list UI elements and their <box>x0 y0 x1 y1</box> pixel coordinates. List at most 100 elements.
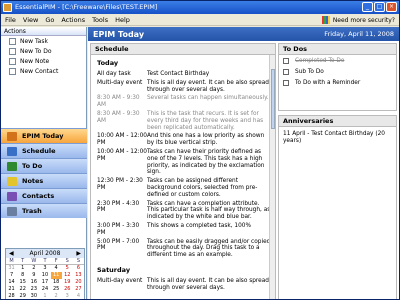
calendar-day[interactable]: 20 <box>73 279 84 286</box>
calendar-day[interactable]: 28 <box>6 293 17 299</box>
calendar-day[interactable]: 7 <box>6 272 17 279</box>
schedule-event[interactable]: 2:30 PM - 4:30 PM Tasks can have a comple… <box>91 200 275 222</box>
calendar-day[interactable]: 6 <box>73 265 84 272</box>
anniversary-item[interactable]: 11 April - Test Contact Birthday (20 yea… <box>279 127 396 149</box>
menu-go[interactable]: Go <box>45 16 54 24</box>
calendar-day[interactable]: 2 <box>28 265 39 272</box>
menu-actions[interactable]: Actions <box>61 16 85 24</box>
weekday-header: T <box>39 258 51 265</box>
todo-title: To Dos <box>279 44 396 55</box>
calendar-day[interactable]: 25 <box>51 286 62 293</box>
todo-checkbox[interactable] <box>283 68 289 75</box>
todo-checkbox[interactable] <box>283 57 289 64</box>
schedule-scrollbar[interactable] <box>269 55 275 299</box>
title-bar[interactable]: EssentialPIM - [C:\Freeware\Files\TEST.E… <box>1 1 399 14</box>
anniversaries-panel: Anniversaries 11 April - Test Contact Bi… <box>278 115 397 299</box>
event-text: Tasks can be easily dragged and/or copie… <box>147 238 271 259</box>
event-time: 3:00 PM - 3:30 PM <box>97 222 140 236</box>
schedule-event[interactable]: 8:30 AM - 9:30 AM Several tasks can happe… <box>91 94 275 110</box>
calendar-month: April 2008 <box>29 250 61 257</box>
weekday-header: S <box>61 258 73 265</box>
calendar-day[interactable]: 4 <box>51 265 62 272</box>
calendar-day[interactable]: 29 <box>17 293 28 299</box>
trash-icon <box>7 206 17 216</box>
calendar-day[interactable]: 14 <box>6 279 17 286</box>
action-new-note[interactable]: New Note <box>1 56 86 66</box>
nav-notes[interactable]: Notes <box>1 173 87 188</box>
anniversaries-title: Anniversaries <box>279 116 396 127</box>
schedule-event[interactable]: 12:30 PM - 2:30 PM Tasks can be assigned … <box>91 177 275 199</box>
calendar-day[interactable]: 31 <box>6 265 17 272</box>
nav-schedule[interactable]: Schedule <box>1 143 87 158</box>
calendar-day[interactable]: 2 <box>51 293 62 299</box>
nav-todo[interactable]: To Do <box>1 158 87 173</box>
schedule-event[interactable]: 10:00 AM - 12:00 PM And this one has a lo… <box>91 132 275 148</box>
prev-month-button[interactable]: ◀ <box>9 250 14 257</box>
left-pane: Actions New Task New To Do New Note New … <box>1 27 87 299</box>
todo-icon <box>7 161 17 171</box>
event-text: This is all day event. It can be also sp… <box>147 277 269 291</box>
calendar-day[interactable]: 30 <box>28 293 39 299</box>
close-button[interactable]: × <box>386 2 397 12</box>
minimize-button[interactable]: _ <box>362 2 373 12</box>
menu-tools[interactable]: Tools <box>92 16 108 24</box>
weekday-header: M <box>6 258 18 265</box>
weekday-header: S <box>72 258 84 265</box>
schedule-event[interactable]: Multi-day event This is all day event. It… <box>91 277 275 293</box>
action-new-todo[interactable]: New To Do <box>1 46 86 56</box>
maximize-button[interactable]: □ <box>374 2 385 12</box>
new-note-icon <box>9 57 16 65</box>
calendar-day[interactable]: 15 <box>17 279 28 286</box>
calendar-day[interactable]: 16 <box>28 279 39 286</box>
calendar-day[interactable]: 23 <box>28 286 39 293</box>
menu-help[interactable]: Help <box>115 16 130 24</box>
calendar-day[interactable]: 1 <box>39 293 50 299</box>
calendar-day[interactable]: 22 <box>17 286 28 293</box>
calendar-day[interactable]: 10 <box>39 272 50 279</box>
calendar-day[interactable]: 13 <box>73 272 84 279</box>
calendar-day[interactable]: 9 <box>28 272 39 279</box>
current-date: Friday, April 11, 2008 <box>324 30 394 38</box>
action-new-task[interactable]: New Task <box>1 36 86 46</box>
action-label: New To Do <box>20 47 52 55</box>
next-month-button[interactable]: ▶ <box>76 250 81 257</box>
todo-checkbox[interactable] <box>283 79 289 86</box>
menu-file[interactable]: File <box>5 16 16 24</box>
scrollbar-thumb[interactable] <box>271 69 275 129</box>
schedule-event[interactable]: All day task Test Contact Birthday <box>91 70 275 79</box>
calendar-day[interactable]: 8 <box>17 272 28 279</box>
nav-epim-today[interactable]: EPIM Today <box>1 128 87 143</box>
schedule-event[interactable]: 3:00 PM - 3:30 PM This shows a completed … <box>91 222 275 238</box>
nav-label: Trash <box>22 207 42 215</box>
calendar-day[interactable]: 3 <box>62 293 73 299</box>
menu-view[interactable]: View <box>23 16 38 24</box>
calendar-day[interactable]: 26 <box>62 286 73 293</box>
action-new-contact[interactable]: New Contact <box>1 66 86 76</box>
calendar-day[interactable]: 21 <box>6 286 17 293</box>
todo-item[interactable]: Completed To Do <box>279 55 396 66</box>
calendar-day[interactable]: 3 <box>39 265 50 272</box>
nav-trash[interactable]: Trash <box>1 203 87 218</box>
calendar-day[interactable]: 17 <box>39 279 50 286</box>
security-link[interactable]: Need more security? <box>321 14 395 26</box>
schedule-event[interactable]: 10:00 AM - 12:00 PM Tasks can have their … <box>91 148 275 177</box>
event-time: Multi-day event <box>97 79 143 86</box>
calendar-day[interactable]: 27 <box>73 286 84 293</box>
calendar-day[interactable]: 1 <box>17 265 28 272</box>
schedule-event[interactable]: 5:00 PM - 7:00 PM Tasks can be easily dra… <box>91 238 275 260</box>
calendar-day[interactable]: 18 <box>51 279 62 286</box>
calendar-day[interactable]: 19 <box>62 279 73 286</box>
todo-item[interactable]: To Do with a Reminder <box>279 77 396 88</box>
actions-header: Actions <box>1 27 86 36</box>
calendar-day[interactable]: 4 <box>73 293 84 299</box>
nav-contacts[interactable]: Contacts <box>1 188 87 203</box>
calendar-day[interactable]: 5 <box>62 265 73 272</box>
schedule-event[interactable]: Multi-day event This is all day event. It… <box>91 79 275 95</box>
todo-item[interactable]: Sub To Do <box>279 66 396 77</box>
todo-label: Completed To Do <box>295 57 345 64</box>
calendar-day[interactable]: 12 <box>62 272 73 279</box>
schedule-event[interactable]: 8:30 AM - 9:30 AM This is the task that r… <box>91 110 275 132</box>
calendar-day[interactable]: 11 <box>50 272 62 279</box>
main-pane: EPIM Today Friday, April 11, 2008 Schedu… <box>88 27 399 299</box>
calendar-day[interactable]: 24 <box>39 286 50 293</box>
